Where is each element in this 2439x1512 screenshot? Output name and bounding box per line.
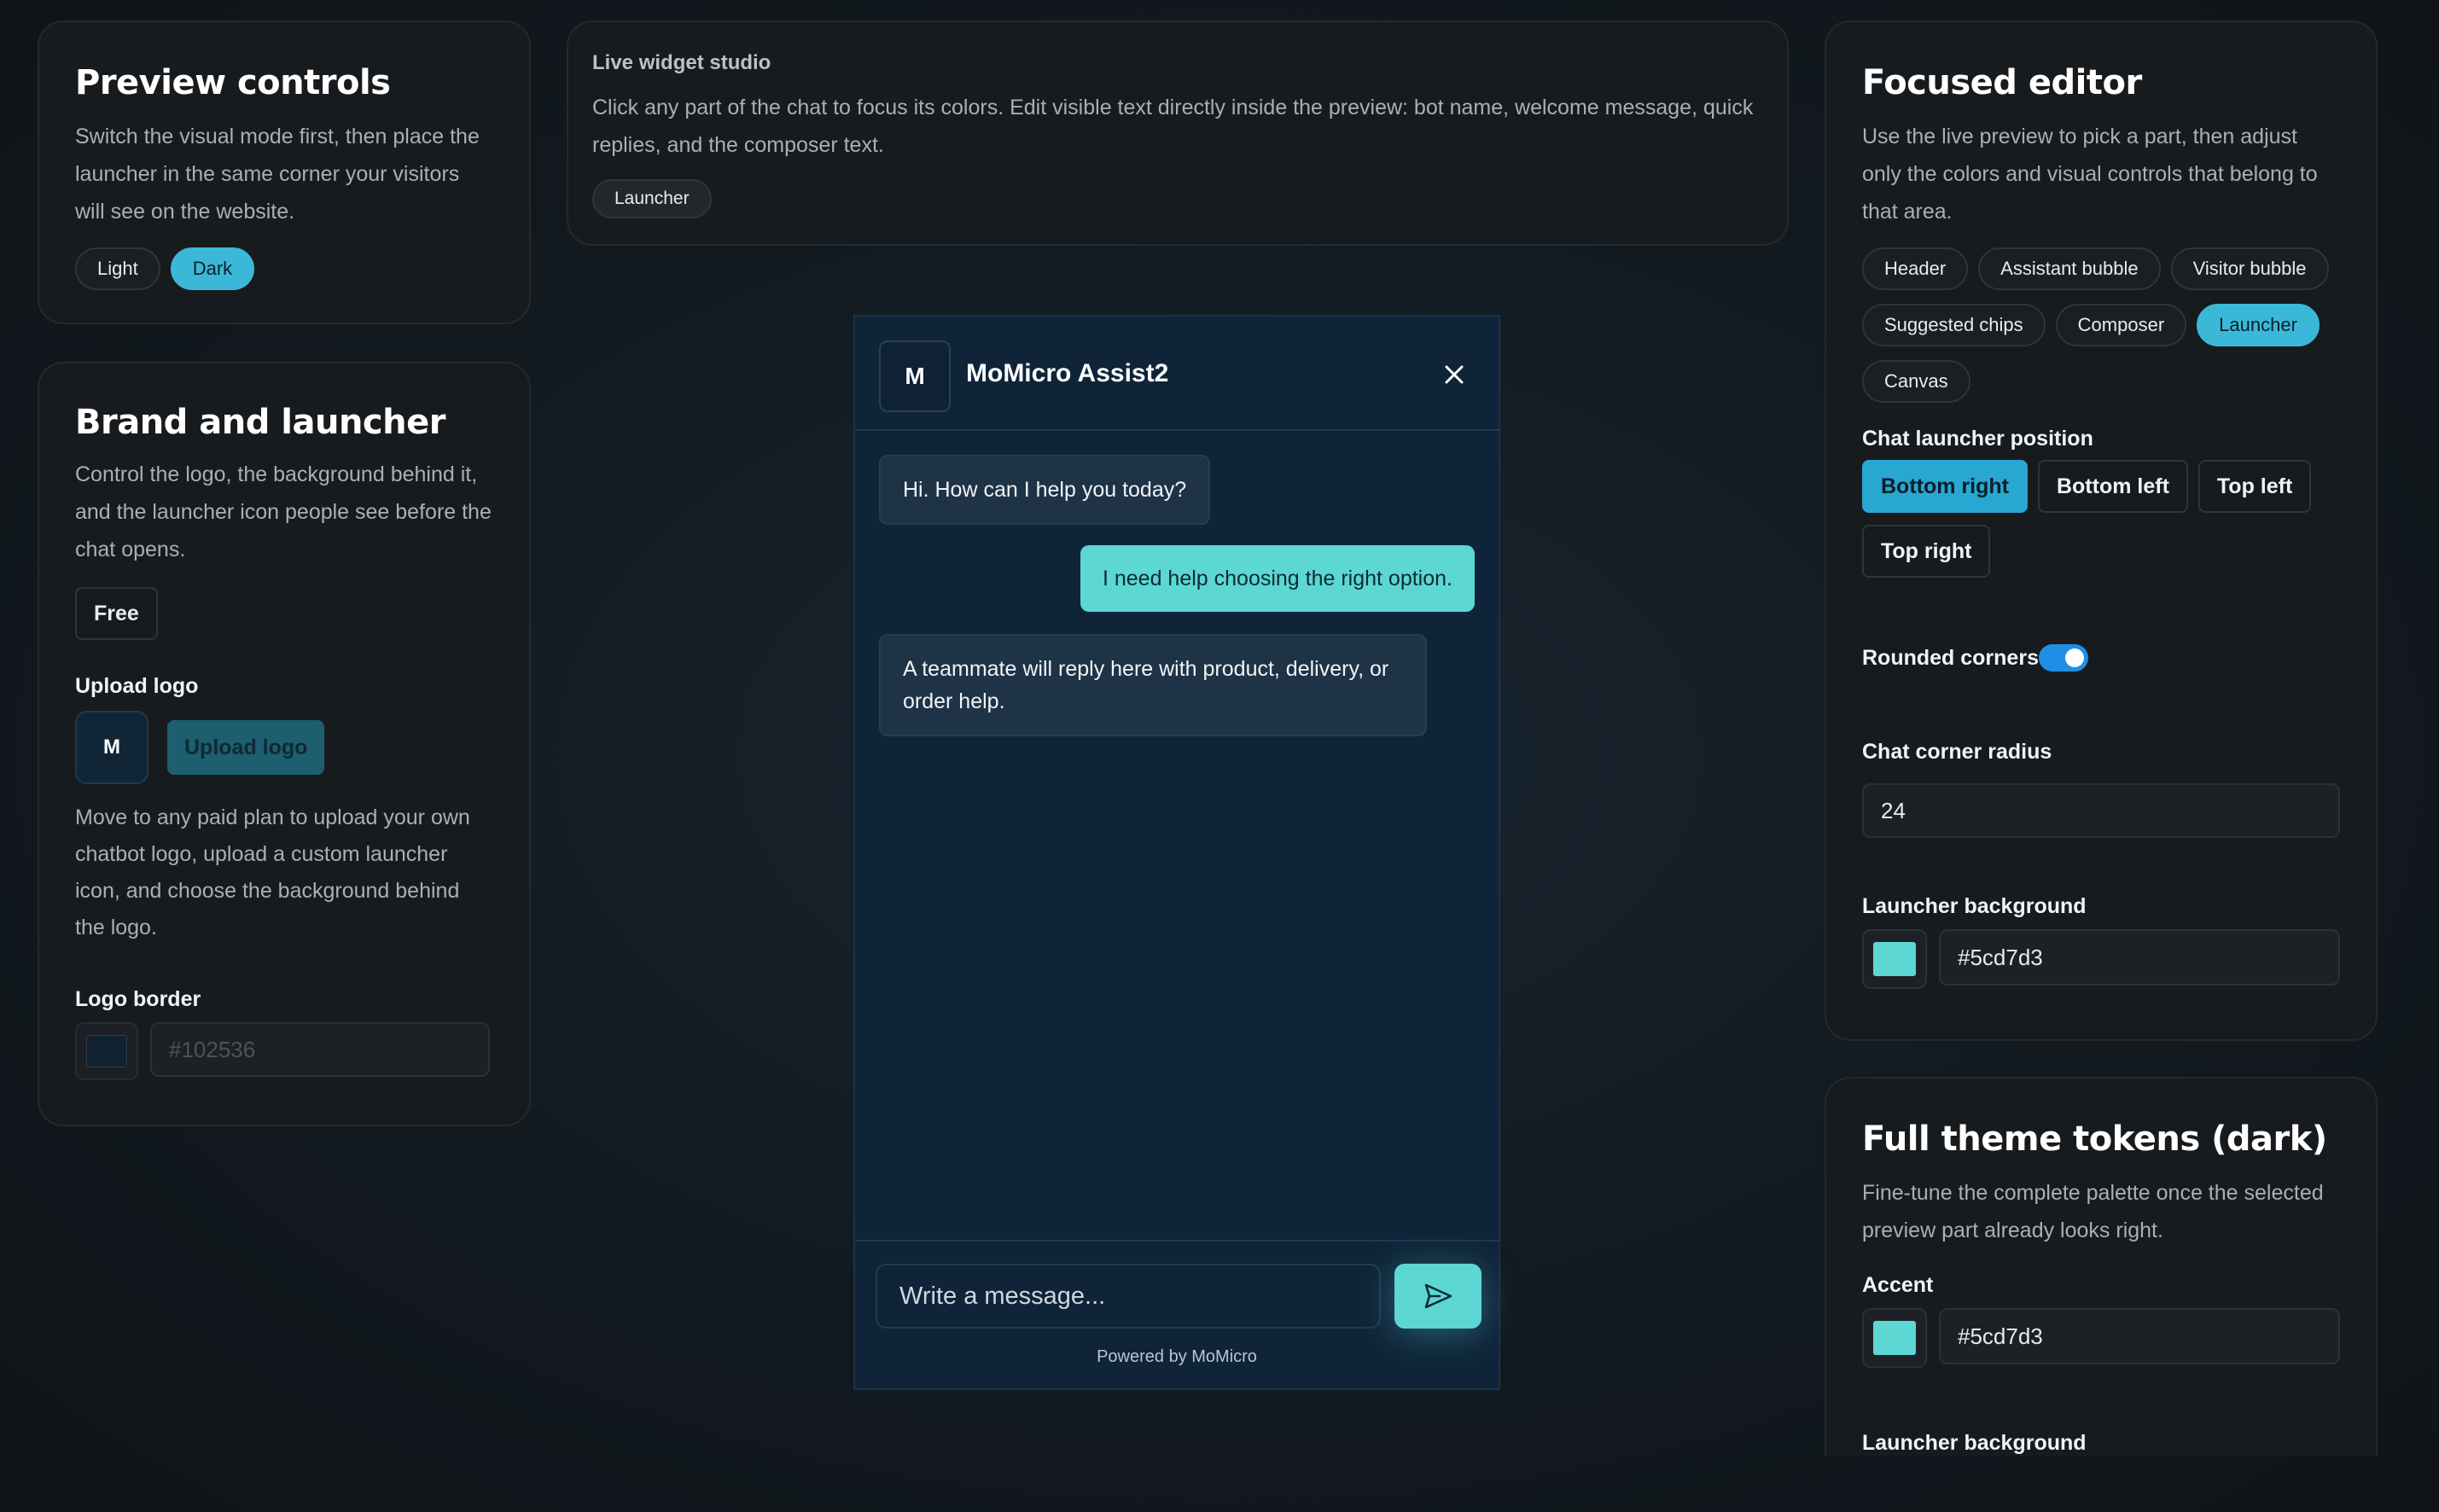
part-chip-canvas[interactable]: Canvas (1862, 360, 1970, 403)
assistant-bubble[interactable]: A teammate will reply here with product,… (879, 634, 1427, 736)
rounded-corners-toggle[interactable] (2038, 644, 2088, 672)
send-icon (1424, 1283, 1452, 1309)
launcher-position-label: Chat launcher position (1862, 427, 2093, 451)
send-button[interactable] (1394, 1264, 1481, 1329)
chat-widget-preview[interactable]: M MoMicro Assist2 Hi. How can I help you… (853, 315, 1500, 1390)
logo-upload-row: M Upload logo (75, 711, 493, 784)
part-chip-header[interactable]: Header (1862, 247, 1969, 290)
part-chip-assistant-bubble[interactable]: Assistant bubble (1978, 247, 2161, 290)
accent-input[interactable]: #5cd7d3 (1939, 1308, 2340, 1364)
logo-border-label: Logo border (75, 987, 201, 1011)
logo-preview: M (75, 711, 148, 784)
logo-border-swatch (86, 1035, 127, 1067)
position-top-left[interactable]: Top left (2197, 460, 2312, 513)
launcher-bg-input[interactable]: #5cd7d3 (1939, 929, 2340, 986)
preview-controls-description: Switch the visual mode first, then place… (75, 125, 480, 224)
bot-name[interactable]: MoMicro Assist2 (966, 359, 1168, 388)
part-chip-launcher[interactable]: Launcher (2197, 304, 2320, 346)
focused-editor-card: Focused editor Use the live preview to p… (1825, 20, 2378, 1041)
accent-label: Accent (1862, 1273, 1934, 1297)
position-bottom-left[interactable]: Bottom left (2037, 460, 2188, 513)
message-input[interactable]: Write a message... (876, 1264, 1381, 1329)
preview-controls-title: Preview controls (75, 63, 391, 102)
focused-editor-description: Use the live preview to pick a part, the… (1862, 125, 2318, 224)
chat-composer[interactable]: Write a message... Powered by MoMicro (855, 1240, 1499, 1388)
assistant-bubble[interactable]: Hi. How can I help you today? (879, 455, 1211, 525)
upload-logo-label: Upload logo (75, 674, 199, 698)
accent-swatch-button[interactable] (1862, 1308, 1927, 1368)
logo-border-swatch-button[interactable] (75, 1022, 138, 1080)
studio-title: Live widget studio (592, 51, 771, 74)
launcher-bg-swatch-button[interactable] (1862, 929, 1927, 989)
launcher-bg-swatch (1873, 942, 1916, 976)
launcher-bg-label: Launcher background (1862, 894, 2087, 918)
theme-tokens-title: Full theme tokens (dark) (1862, 1119, 2327, 1159)
theme-tokens-clip: Full theme tokens (dark) Fine-tune the c… (1823, 1075, 2381, 1456)
position-top-right[interactable]: Top right (1862, 525, 1991, 578)
launcher-bg-row: #5cd7d3 (1862, 929, 2340, 989)
corner-radius-label: Chat corner radius (1862, 740, 2052, 764)
theme-tokens-description: Fine-tune the complete palette once the … (1862, 1181, 2324, 1242)
launcher-position-group: Bottom right Bottom left Top left Top righ… (1862, 460, 2340, 578)
part-chip-visitor-bubble[interactable]: Visitor bubble (2170, 247, 2329, 290)
brand-launcher-card: Brand and launcher Control the logo, the… (38, 362, 531, 1126)
focused-editor-title: Focused editor (1862, 63, 2142, 102)
part-chip-composer[interactable]: Composer (2055, 304, 2187, 346)
mode-light-button[interactable]: Light (75, 247, 160, 290)
upsell-text: Move to any paid plan to upload your own… (75, 805, 470, 939)
preview-controls-card: Preview controls Switch the visual mode … (38, 20, 531, 324)
mode-dark-button[interactable]: Dark (170, 247, 255, 290)
studio-card: Live widget studio Click any part of the… (567, 20, 1789, 246)
theme-tokens-card: Full theme tokens (dark) Fine-tune the c… (1825, 1077, 2378, 1456)
part-chip-suggested-chips[interactable]: Suggested chips (1862, 304, 2046, 346)
brand-title: Brand and launcher (75, 403, 445, 442)
rounded-corners-row: Rounded corners (1862, 644, 2340, 672)
logo-border-input[interactable]: #102536 (150, 1022, 490, 1077)
part-chip-group: Header Assistant bubble Visitor bubble Sug… (1862, 247, 2340, 403)
brand-description: Control the logo, the background behind … (75, 462, 492, 561)
focused-part-chip: Launcher (592, 179, 712, 218)
close-icon[interactable] (1439, 359, 1470, 390)
chat-header[interactable]: M MoMicro Assist2 (855, 317, 1499, 431)
mode-toggle-group: Light Dark (75, 247, 493, 290)
plan-badge: Free (75, 587, 158, 640)
rounded-corners-label: Rounded corners (1862, 645, 2039, 670)
accent-swatch (1873, 1321, 1916, 1355)
corner-radius-input[interactable]: 24 (1862, 783, 2340, 838)
upload-logo-button[interactable]: Upload logo (167, 720, 325, 775)
visitor-bubble[interactable]: I need help choosing the right option. (1080, 545, 1475, 612)
theme-launcher-bg-label: Launcher background (1862, 1431, 2087, 1455)
position-bottom-right[interactable]: Bottom right (1862, 460, 2028, 513)
studio-description: Click any part of the chat to focus its … (592, 96, 1754, 157)
accent-row: #5cd7d3 (1862, 1308, 2340, 1368)
bot-avatar: M (879, 340, 951, 412)
powered-by: Powered by MoMicro (1097, 1347, 1257, 1366)
logo-border-row: #102536 (75, 1022, 493, 1080)
